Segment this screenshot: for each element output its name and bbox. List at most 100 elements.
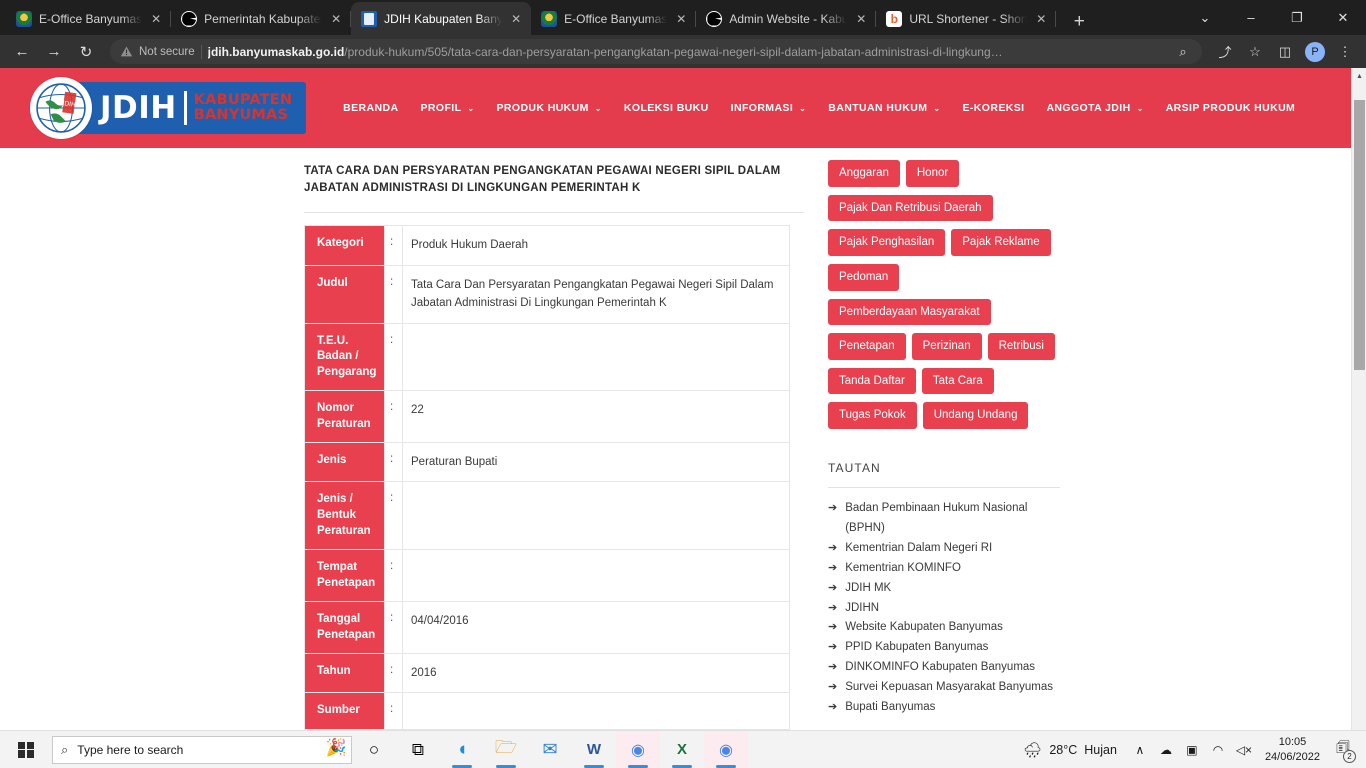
nav-item-anggota-jdih[interactable]: ANGGOTA JDIH ⌄ [1035, 94, 1154, 122]
chrome-profile-p-icon[interactable]: ◉ [616, 730, 660, 768]
page-scrollbar[interactable]: ▲ [1351, 68, 1366, 730]
list-item[interactable]: ➔ PPID Kabupaten Banyumas [828, 638, 1068, 658]
tab-title: JDIH Kabupaten Banyu [384, 11, 503, 26]
site-logo[interactable]: JDIH JDIH KABUPATEN BANYUMAS [30, 77, 307, 139]
list-item[interactable]: ➔ Badan Pembinaan Hukum Nasional (BPHN) [828, 499, 1068, 539]
nav-item-arsip-produk-hukum[interactable]: ARSIP PRODUK HUKUM [1155, 94, 1307, 122]
scroll-up-arrow-icon[interactable]: ▲ [1352, 68, 1366, 85]
weather-rain-icon: 🌧 [1023, 741, 1043, 759]
profile-avatar[interactable]: P [1302, 39, 1328, 65]
battery-icon[interactable]: ▣ [1179, 731, 1205, 768]
taskbar-clock[interactable]: 10:05 24/06/2022 [1257, 735, 1328, 765]
tag-pemberdayaan-masyarakat[interactable]: Pemberdayaan Masyarakat [828, 298, 991, 326]
row-label: Sumber [304, 692, 385, 730]
nav-item-informasi[interactable]: INFORMASI ⌄ [720, 94, 818, 122]
excel-glyph: X [676, 741, 687, 758]
task-view-icon[interactable]: ⧉ [396, 731, 440, 768]
row-value [402, 692, 790, 730]
nav-item-produk-hukum[interactable]: PRODUK HUKUM ⌄ [486, 94, 613, 122]
network-icon[interactable]: ◠ [1205, 731, 1231, 768]
reload-button[interactable]: ↻ [72, 38, 100, 66]
tag-pajak-reklame[interactable]: Pajak Reklame [951, 229, 1051, 256]
new-tab-button[interactable]: + [1066, 12, 1092, 31]
browser-menu-icon[interactable]: ⋮ [1332, 39, 1358, 65]
tab-close-icon[interactable]: ✕ [149, 12, 163, 26]
browser-toolbar: ← → ↻ Not secure jdih.banyumaskab.go.id/… [0, 35, 1366, 68]
weather-widget[interactable]: 🌧 28°C Hujan [1013, 741, 1127, 759]
address-bar[interactable]: Not secure jdih.banyumaskab.go.id/produk… [110, 39, 1202, 64]
nav-item-bantuan-hukum[interactable]: BANTUAN HUKUM ⌄ [817, 94, 951, 122]
arrow-right-icon: ➔ [828, 661, 838, 674]
maximize-restore-button[interactable]: ❐ [1274, 0, 1320, 35]
notification-center-button[interactable]: 🗊 2 [1328, 731, 1358, 768]
row-value [402, 481, 790, 551]
tab-close-icon[interactable]: ✕ [329, 12, 343, 26]
nav-label: PRODUK HUKUM [496, 102, 589, 114]
tag-perizinan[interactable]: Perizinan [911, 333, 982, 360]
forward-button[interactable]: → [40, 38, 68, 66]
collections-icon[interactable]: ◫ [1272, 39, 1298, 65]
mail-icon[interactable]: ✉ [528, 731, 572, 768]
microsoft-excel-icon[interactable]: X [660, 731, 704, 768]
tag-penetapan[interactable]: Penetapan [828, 333, 906, 360]
list-item[interactable]: ➔ Survei Kepuasan Masyarakat Banyumas [828, 678, 1068, 698]
scrollbar-thumb[interactable] [1354, 100, 1365, 370]
tab-close-icon[interactable]: ✕ [854, 12, 868, 26]
search-decoration-icon: 🎉 [325, 737, 347, 757]
zoom-search-icon[interactable]: ⌕ [1170, 39, 1196, 64]
start-button[interactable] [4, 731, 48, 768]
tab-close-icon[interactable]: ✕ [674, 12, 688, 26]
tag-retribusi[interactable]: Retribusi [987, 333, 1055, 360]
tag-pajak-penghasilan[interactable]: Pajak Penghasilan [828, 229, 946, 256]
row-colon: : [384, 442, 403, 483]
chrome-profile-w-icon[interactable]: ◉ [704, 730, 748, 768]
nav-item-e-koreksi[interactable]: E-KOREKSI [951, 94, 1035, 122]
nav-item-beranda[interactable]: BERANDA [332, 94, 409, 122]
nav-item-profil[interactable]: PROFIL ⌄ [409, 94, 485, 122]
list-item[interactable]: ➔ DINKOMINFO Kabupaten Banyumas [828, 658, 1068, 678]
link-label: JDIH MK [845, 581, 892, 594]
list-item[interactable]: ➔ JDIHN [828, 599, 1068, 619]
microsoft-edge-icon[interactable]: ◖ [440, 731, 484, 768]
tag-tata-cara[interactable]: Tata Cara [921, 367, 994, 395]
row-value [402, 322, 790, 392]
microsoft-word-icon[interactable]: W [572, 731, 616, 768]
cortana-icon[interactable]: ○ [352, 731, 396, 768]
onedrive-icon[interactable]: ☁ [1153, 731, 1179, 768]
volume-muted-icon[interactable]: ◁× [1231, 731, 1257, 768]
share-icon[interactable]: ⤴ [1212, 39, 1238, 65]
file-explorer-icon[interactable]: 🗁 [484, 731, 528, 768]
tag-tugas-pokok[interactable]: Tugas Pokok [828, 402, 917, 430]
browser-tab-5[interactable]: Admin Website - Kabu ✕ [696, 2, 877, 35]
clock-date: 24/06/2022 [1264, 750, 1320, 763]
tag-tanda-daftar[interactable]: Tanda Daftar [828, 367, 916, 395]
browser-tab-2[interactable]: Pemerintah Kabupaten ✕ [171, 2, 352, 35]
tab-close-icon[interactable]: ✕ [509, 12, 523, 26]
tag-undang-undang[interactable]: Undang Undang [922, 402, 1029, 430]
tag-pajak-dan-retribusi-daerah[interactable]: Pajak Dan Retribusi Daerah [828, 194, 993, 222]
close-window-button[interactable]: ✕ [1320, 0, 1366, 35]
list-item[interactable]: ➔ Kementrian Dalam Negeri RI [828, 539, 1068, 559]
back-button[interactable]: ← [8, 38, 36, 66]
browser-tab-1[interactable]: E-Office Banyumas ✕ [6, 2, 172, 35]
tag-pedoman[interactable]: Pedoman [828, 263, 900, 291]
list-item[interactable]: ➔ Website Kabupaten Banyumas [828, 618, 1068, 638]
list-item[interactable]: ➔ Bupati Banyumas [828, 698, 1068, 718]
browser-tab-6[interactable]: b URL Shortener - Short ✕ [876, 2, 1057, 35]
nav-item-koleksi-buku[interactable]: KOLEKSI BUKU [613, 94, 720, 122]
minimize-button[interactable]: – [1228, 0, 1274, 35]
tab-close-icon[interactable]: ✕ [1034, 12, 1048, 26]
tag-anggaran[interactable]: Anggaran [828, 160, 900, 187]
show-hidden-icons-chevron[interactable]: ∧ [1127, 731, 1153, 768]
favorite-star-icon[interactable]: ☆ [1242, 39, 1268, 65]
tag-honor[interactable]: Honor [905, 160, 960, 187]
browser-tab-3-active[interactable]: JDIH Kabupaten Banyu ✕ [351, 2, 532, 35]
page-content: TATA CARA DAN PERSYARATAN PENGANGKATAN P… [0, 148, 1351, 730]
browser-tab-4[interactable]: E-Office Banyumas ✕ [531, 2, 697, 35]
arrow-right-icon: ➔ [828, 581, 838, 594]
tab-list-chevron-icon[interactable]: ⌄ [1182, 0, 1228, 35]
list-item[interactable]: ➔ JDIH MK [828, 579, 1068, 599]
list-item[interactable]: ➔ Kementrian KOMINFO [828, 559, 1068, 579]
taskbar-search-input[interactable]: ⌕ Type here to search 🎉 [52, 735, 352, 764]
document-detail-column: TATA CARA DAN PERSYARATAN PENGANGKATAN P… [304, 160, 804, 730]
